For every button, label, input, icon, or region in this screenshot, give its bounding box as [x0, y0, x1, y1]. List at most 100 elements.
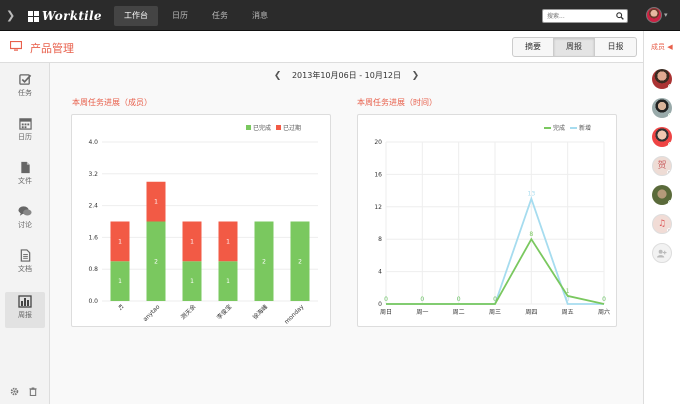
week-navigator: ❮ 2013年10月06日 - 10月12日 ❯ [50, 70, 643, 81]
bar-data-label: 2 [298, 258, 302, 265]
sidebar-item-label: 周报 [18, 311, 32, 319]
gear-icon[interactable] [10, 387, 19, 396]
bar-chart: 0.0 0.8 1.6 2.4 3.2 4.0 1 1 ♬ 2 1 anytao 1 1 测天余 1 1 李俊宝 2… [88, 139, 318, 326]
chart-title-time: 本周任务进展（时间） [357, 98, 437, 107]
x-tick-label: 周一 [416, 309, 428, 316]
line-chart-panel: 完成 新增 0 4 8 12 16 20 周日 周一 周二 周三 周四 周五 周六 0 0 0 0 13 0 0 0 0 0… [357, 114, 617, 327]
sidebar-item-label: 文件 [18, 177, 32, 185]
add-user-icon [657, 249, 667, 258]
point-data-label: 1 [566, 288, 570, 295]
chevron-left-icon[interactable]: ❮ [274, 71, 282, 81]
member-avatar[interactable] [652, 69, 672, 89]
top-bar: ❯ Worktile 工作台 日历 任务 消息 ▾ [0, 0, 680, 31]
y-tick-label: 0.0 [88, 298, 98, 305]
trash-icon[interactable] [29, 387, 37, 396]
point-data-label: 0 [602, 296, 606, 303]
x-tick-label: 周日 [380, 309, 392, 316]
app-logo[interactable]: Worktile [28, 8, 102, 24]
chevron-down-icon[interactable]: ▾ [664, 11, 668, 19]
tab-weekly[interactable]: 周报 [554, 38, 595, 56]
member-avatar[interactable] [652, 185, 672, 205]
sidebar-item-weekly-report[interactable]: 周报 [5, 292, 45, 328]
members-sidebar: 成员 ◀ 贺 ♫ [643, 31, 680, 404]
sidebar-item-calendar[interactable]: 日历 [5, 114, 45, 150]
main-nav: 工作台 日历 任务 消息 [114, 6, 282, 26]
member-avatar[interactable]: ♫ [652, 214, 672, 234]
member-initial: 贺 [657, 161, 667, 171]
online-status-icon [668, 84, 672, 89]
project-sidebar: 任务 日历 文件 讨论 文档 周报 [0, 63, 50, 404]
bar-data-label: 1 [118, 278, 122, 285]
sidebar-item-label: 讨论 [18, 221, 32, 229]
y-tick-label: 8 [378, 236, 382, 243]
chart-icon [18, 295, 32, 308]
bar-data-label: 1 [190, 278, 194, 285]
sidebar-item-label: 文档 [18, 265, 32, 273]
online-status-icon [668, 113, 672, 118]
x-tick-label: 周六 [598, 308, 610, 316]
x-tick-label: 徐海峰 [251, 303, 269, 321]
sidebar-item-label: 任务 [18, 89, 32, 97]
sidebar-footer [10, 387, 37, 396]
y-tick-label: 12 [374, 204, 382, 211]
bar-data-label: 2 [154, 258, 158, 265]
tab-summary[interactable]: 摘要 [513, 38, 554, 56]
collapse-icon[interactable]: ◀ [667, 43, 672, 51]
member-avatar[interactable] [652, 98, 672, 118]
sidebar-item-tasks[interactable]: 任务 [5, 70, 45, 106]
tab-daily[interactable]: 日报 [595, 38, 636, 56]
user-avatar[interactable] [646, 7, 662, 23]
calendar-icon [18, 118, 32, 130]
discussion-icon [18, 206, 32, 216]
chart-title-members: 本周任务进展（成员） [72, 98, 152, 107]
x-tick-label: 周二 [453, 309, 465, 316]
x-tick-label: anytao [142, 303, 162, 323]
add-member-button[interactable] [652, 243, 672, 263]
app-name: Worktile [42, 9, 102, 23]
members-label: 成员 [651, 43, 665, 51]
nav-workbench[interactable]: 工作台 [114, 6, 158, 26]
y-tick-label: 4 [378, 269, 382, 276]
y-tick-label: 16 [374, 171, 382, 178]
point-data-label: 0 [457, 296, 461, 303]
monitor-icon [10, 41, 22, 51]
x-tick-label: monday [283, 303, 305, 325]
sidebar-item-files[interactable]: 文件 [5, 158, 45, 194]
bar-data-label: 2 [262, 258, 266, 265]
sidebar-item-documents[interactable]: 文档 [5, 246, 45, 282]
y-tick-label: 4.0 [88, 139, 98, 146]
offline-status-icon [667, 228, 671, 233]
x-tick-label: 周五 [562, 309, 574, 316]
main-content: ❮ 2013年10月06日 - 10月12日 ❯ 本周任务进展（成员） 本周任务… [50, 63, 643, 404]
sidebar-item-label: 日历 [18, 133, 32, 141]
bar-data-label: 1 [118, 238, 122, 245]
logo-mark-icon [28, 10, 39, 22]
member-avatar[interactable] [652, 127, 672, 147]
y-tick-label: 0.8 [88, 266, 98, 273]
y-tick-label: 2.4 [88, 203, 98, 210]
chevron-right-icon[interactable]: ❯ [412, 71, 420, 81]
nav-tasks[interactable]: 任务 [202, 6, 238, 26]
week-range: 2013年10月06日 - 10月12日 [291, 71, 402, 80]
nav-calendar[interactable]: 日历 [162, 6, 198, 26]
offline-status-icon [667, 170, 671, 175]
sidebar-item-discussion[interactable]: 讨论 [5, 202, 45, 238]
x-tick-label: 测天余 [179, 303, 197, 321]
project-header: 产品管理 摘要 周报 日报 [0, 31, 643, 63]
online-status-icon [668, 142, 672, 147]
expand-menu-icon[interactable]: ❯ [6, 9, 15, 22]
point-data-label: 0 [384, 296, 388, 303]
search-box [542, 9, 628, 23]
search-input[interactable] [543, 10, 613, 22]
search-icon[interactable] [616, 12, 624, 20]
view-tabs: 摘要 周报 日报 [512, 37, 637, 57]
point-data-label: 0 [420, 296, 424, 303]
nav-messages[interactable]: 消息 [242, 6, 278, 26]
point-data-label: 8 [529, 231, 533, 238]
x-tick-label: 周三 [489, 309, 501, 316]
online-status-icon [668, 200, 672, 205]
file-icon [20, 161, 30, 174]
member-avatar[interactable]: 贺 [652, 156, 672, 176]
bar-data-label: 1 [154, 199, 158, 206]
members-toggle[interactable]: 成员 ◀ [651, 42, 673, 52]
